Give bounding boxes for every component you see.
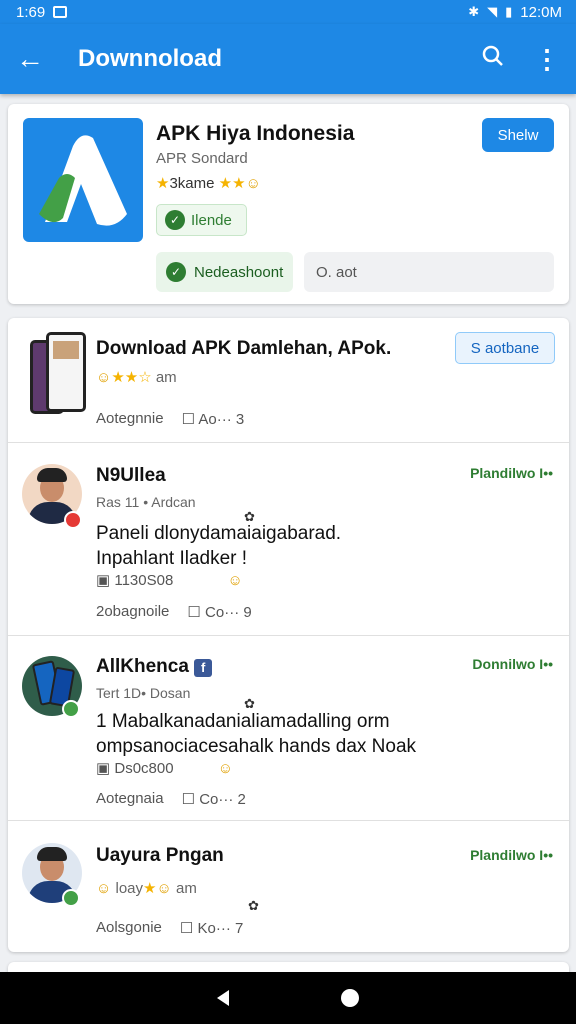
category-label: Aolsgonie <box>96 919 162 936</box>
app-logo <box>23 118 143 242</box>
post-tag[interactable]: Plandilwo I•• <box>470 847 553 863</box>
emoji-icon: ☺ <box>217 760 234 777</box>
status-badge <box>64 511 82 529</box>
rating-text: loay <box>115 880 144 897</box>
comment-count[interactable]: ☐ Co··· 2 <box>182 790 246 808</box>
comment-icon: ☐ <box>181 791 196 808</box>
comment-count[interactable]: ☐ Ko··· 7 <box>180 919 243 937</box>
check-icon: ✓ <box>165 210 185 230</box>
post-item[interactable]: Uayura Pngan ☺ loay★☺ am ✿ Aolsgonie ☐ K… <box>8 821 569 952</box>
post-meta-label: 1130S08 <box>114 572 174 589</box>
comment-count-label: Co··· 9 <box>205 604 252 621</box>
post-subtitle: Ras 11 • Ardcan <box>96 494 196 510</box>
category-label: Aotegnaia <box>96 790 164 807</box>
app-rating: ★3kame ★★☺ <box>156 174 261 192</box>
more-vert-icon[interactable]: ⋮ <box>534 44 560 75</box>
post-subtitle: am <box>175 880 197 897</box>
promo-rating: ☺★★☆ am <box>96 368 177 386</box>
emoji-icon: ☺ <box>156 880 172 897</box>
nav-home-icon[interactable] <box>341 989 359 1007</box>
post-author[interactable]: AllKhenca f <box>96 656 213 678</box>
comment-count[interactable]: ☐ Ao··· 3 <box>182 410 245 428</box>
post-rating: ☺ loay★☺ am <box>96 879 197 897</box>
status-badge <box>62 700 80 718</box>
post-footer: 2obagnoile ☐ Co··· 9 <box>96 603 252 621</box>
comment-icon: ☐ <box>181 411 196 428</box>
post-meta-label: Ds0c800 <box>114 760 174 777</box>
post-item[interactable]: AllKhenca f Tert 1D• Dosan ✿ 1 Mabalkana… <box>8 636 569 821</box>
share-button[interactable]: Shelw <box>482 118 554 152</box>
back-arrow-icon[interactable]: ← <box>16 43 60 75</box>
star-icon: ★ <box>156 175 170 192</box>
signal-icon: ▮ <box>505 4 513 19</box>
category-label: 2obagnoile <box>96 603 170 620</box>
promo-row[interactable]: Download APK Damlehan, APok. ☺★★☆ am Aot… <box>8 318 569 443</box>
facebook-icon: f <box>194 659 213 677</box>
check-icon: ✓ <box>166 262 186 282</box>
emoji-icon: ☺ <box>96 369 112 386</box>
app-bar: ← Downnoload ⋮ <box>0 24 576 94</box>
info-chip[interactable]: O. aot <box>304 252 554 292</box>
emoji-icon: ☺ <box>96 880 112 897</box>
post-footer: Aotegnaia ☐ Co··· 2 <box>96 790 246 808</box>
post-footer: Aolsgonie ☐ Ko··· 7 <box>96 919 243 937</box>
comment-count-label: Ao··· 3 <box>198 411 245 428</box>
emoji-icon: ☺ <box>245 175 261 192</box>
comment-count-label: Ko··· 7 <box>197 920 244 937</box>
promo-footer: Aotegnnie ☐ Ao··· 3 <box>96 410 244 428</box>
install-chip-label: Nedeashoont <box>194 263 284 281</box>
status-bar: 1:69 ✱ ◥ ▮ 12:0M <box>0 0 576 24</box>
search-icon[interactable] <box>482 45 504 73</box>
post-tag[interactable]: Donnilwo I•• <box>472 656 553 672</box>
star-icon: ★ <box>218 175 233 192</box>
status-badge <box>62 889 80 907</box>
post-meta: ▣ Ds0c800 ☺ <box>96 759 233 777</box>
comment-icon: ☐ <box>179 920 194 937</box>
image-icon: ▣ <box>96 760 111 777</box>
verified-badge: ✓ Ilende <box>156 204 247 236</box>
nav-back-icon[interactable] <box>217 990 229 1006</box>
comment-count[interactable]: ☐ Co··· 9 <box>187 603 251 621</box>
comment-icon: ☐ <box>187 604 201 621</box>
phones-image <box>28 332 88 418</box>
post-body: 1 Mabalkanadanialiamadalling orm ompsano… <box>96 711 417 757</box>
app-card: APK Hiya Indonesia APR Sondard ★3kame ★★… <box>8 104 569 304</box>
promo-button[interactable]: S aotbane <box>455 332 555 364</box>
verified-label: Ilende <box>191 211 232 229</box>
post-author[interactable]: N9Ullea <box>96 465 166 487</box>
promo-title: Download APK Damlehan, APok. <box>96 338 392 359</box>
comment-count-label: Co··· 2 <box>199 791 246 808</box>
star-icon: ★★☆ <box>111 369 152 386</box>
doodle-icon: ✿ <box>248 898 259 913</box>
app-name: APK Hiya Indonesia <box>156 122 355 145</box>
install-chip[interactable]: ✓ Nedeashoont <box>156 252 293 292</box>
status-clock: 12:0M <box>520 3 562 21</box>
emoji-icon: ☺ <box>227 572 243 589</box>
feed-card: Download APK Damlehan, APok. ☺★★☆ am Aot… <box>8 318 569 952</box>
notification-icon <box>53 6 68 18</box>
system-nav-bar <box>0 972 576 1024</box>
wifi-icon: ◥ <box>487 4 498 19</box>
post-meta: ▣ 1130S08 ☺ <box>96 571 243 589</box>
post-author[interactable]: Uayura Pngan <box>96 845 224 867</box>
post-author-label: AllKhenca <box>96 656 189 677</box>
category-label: Aotegnnie <box>96 410 164 427</box>
rating-text: 3kame <box>169 175 215 192</box>
post-tag[interactable]: Plandilwo I•• <box>470 465 553 481</box>
image-icon: ▣ <box>96 572 111 589</box>
post-item[interactable]: N9Ullea Ras 11 • Ardcan ✿ Paneli dlonyda… <box>8 443 569 636</box>
rating-text: am <box>155 369 177 386</box>
status-time: 1:69 <box>16 3 46 21</box>
page-title: Downnoload <box>78 45 222 72</box>
star-icon: ★ <box>143 880 157 897</box>
bluetooth-icon: ✱ <box>468 4 480 19</box>
post-subtitle: Tert 1D• Dosan <box>96 685 191 701</box>
star-icon: ★ <box>232 175 246 192</box>
app-subtitle: APR Sondard <box>156 150 248 167</box>
post-body: Paneli dlonydamaiaigabarad. Inpahlant Il… <box>96 523 342 569</box>
